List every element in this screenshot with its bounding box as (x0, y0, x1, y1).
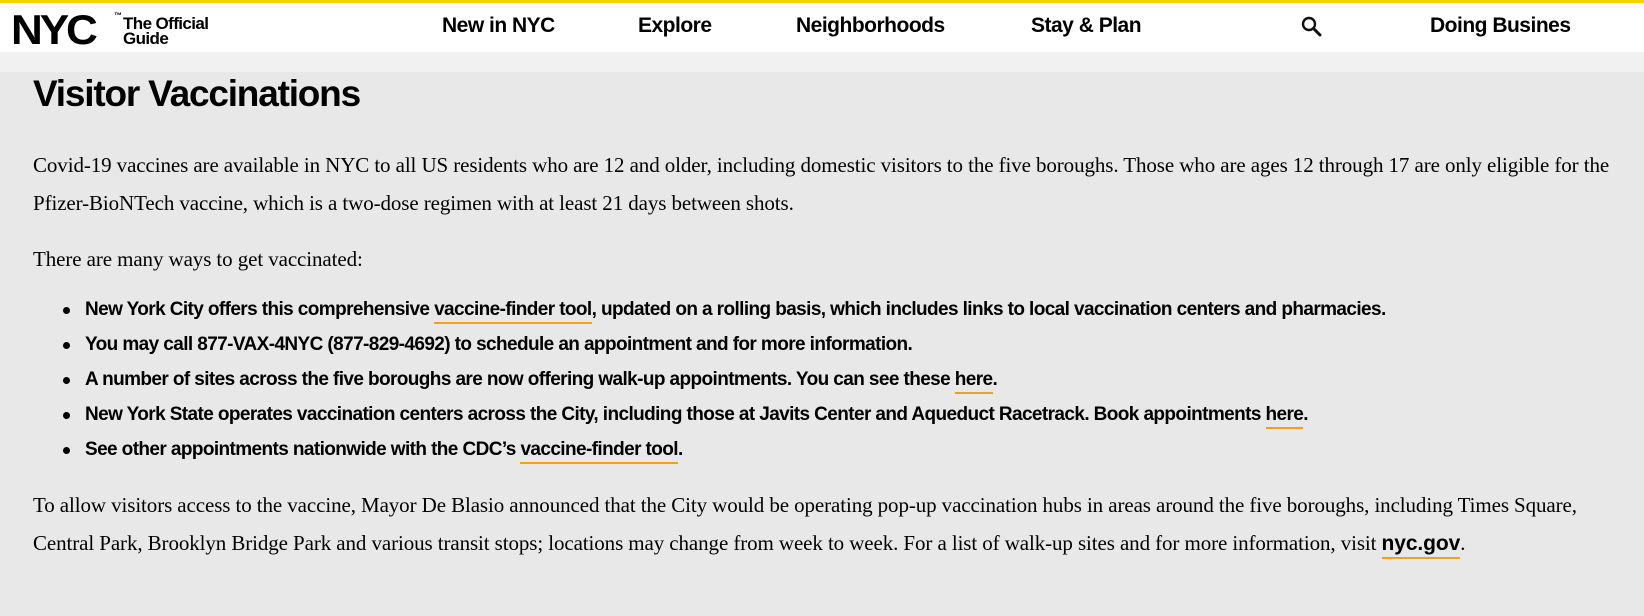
nav-doing-business[interactable]: Doing Busines (1430, 14, 1571, 38)
list-item: New York City offers this comprehensive … (63, 296, 1386, 331)
header-shadow-strip (0, 52, 1644, 72)
nav-explore[interactable]: Explore (638, 14, 712, 38)
list-item-text-after: , updated on a rolling basis, which incl… (591, 299, 1387, 320)
bullet-dot (63, 412, 70, 419)
search-icon[interactable] (1300, 15, 1324, 39)
bullet-dot (63, 342, 70, 349)
logo-mark: NYC (11, 6, 98, 52)
nav-new-in-nyc[interactable]: New in NYC (442, 14, 555, 38)
state-appointments-here-link[interactable]: here (1265, 404, 1304, 429)
list-item: You may call 877-VAX-4NYC (877-829-4692)… (63, 331, 1386, 366)
list-item: A number of sites across the five boroug… (63, 366, 1386, 401)
list-item-text-after: . (992, 369, 998, 390)
list-item: See other appointments nationwide with t… (63, 436, 1386, 471)
list-item-text: A number of sites across the five boroug… (85, 369, 955, 390)
nav-stay-and-plan[interactable]: Stay & Plan (1031, 14, 1142, 38)
vaccine-finder-link[interactable]: vaccine-finder tool (434, 299, 592, 324)
page-title: Visitor Vaccinations (33, 73, 361, 114)
logo-tagline: The Official Guide (123, 15, 233, 48)
list-item: New York State operates vaccination cent… (63, 401, 1386, 436)
list-item-text: New York State operates vaccination cent… (85, 404, 1266, 425)
nav-neighborhoods[interactable]: Neighborhoods (796, 14, 945, 38)
list-item-text-after: . (677, 439, 683, 460)
vaccination-options-list: New York City offers this comprehensive … (63, 296, 1386, 471)
list-item-text: See other appointments nationwide with t… (85, 439, 521, 460)
logo-trademark: ™ (114, 11, 122, 20)
closing-text-after: . (1460, 531, 1466, 555)
ways-heading: There are many ways to get vaccinated: (33, 247, 363, 271)
list-item-text-after: . (1303, 404, 1308, 425)
site-header: NYC ™ The Official Guide New in NYC Expl… (0, 3, 1644, 52)
closing-text: To allow visitors access to the vaccine,… (33, 493, 1577, 555)
bullet-dot (63, 377, 70, 384)
closing-paragraph: To allow visitors access to the vaccine,… (33, 486, 1641, 563)
bullet-dot (63, 447, 70, 454)
list-item-text: New York City offers this comprehensive (85, 299, 435, 320)
list-item-text: You may call 877-VAX-4NYC (877-829-4692)… (85, 334, 913, 355)
bullet-dot (63, 307, 70, 314)
logo-tagline-line2: Guide (123, 29, 169, 48)
intro-paragraph: Covid-19 vaccines are available in NYC t… (33, 153, 1610, 215)
nyc-gov-link[interactable]: nyc.gov (1381, 532, 1460, 559)
walk-up-sites-here-link[interactable]: here (954, 369, 993, 394)
cdc-vaccine-finder-link[interactable]: vaccine-finder tool (520, 439, 679, 464)
